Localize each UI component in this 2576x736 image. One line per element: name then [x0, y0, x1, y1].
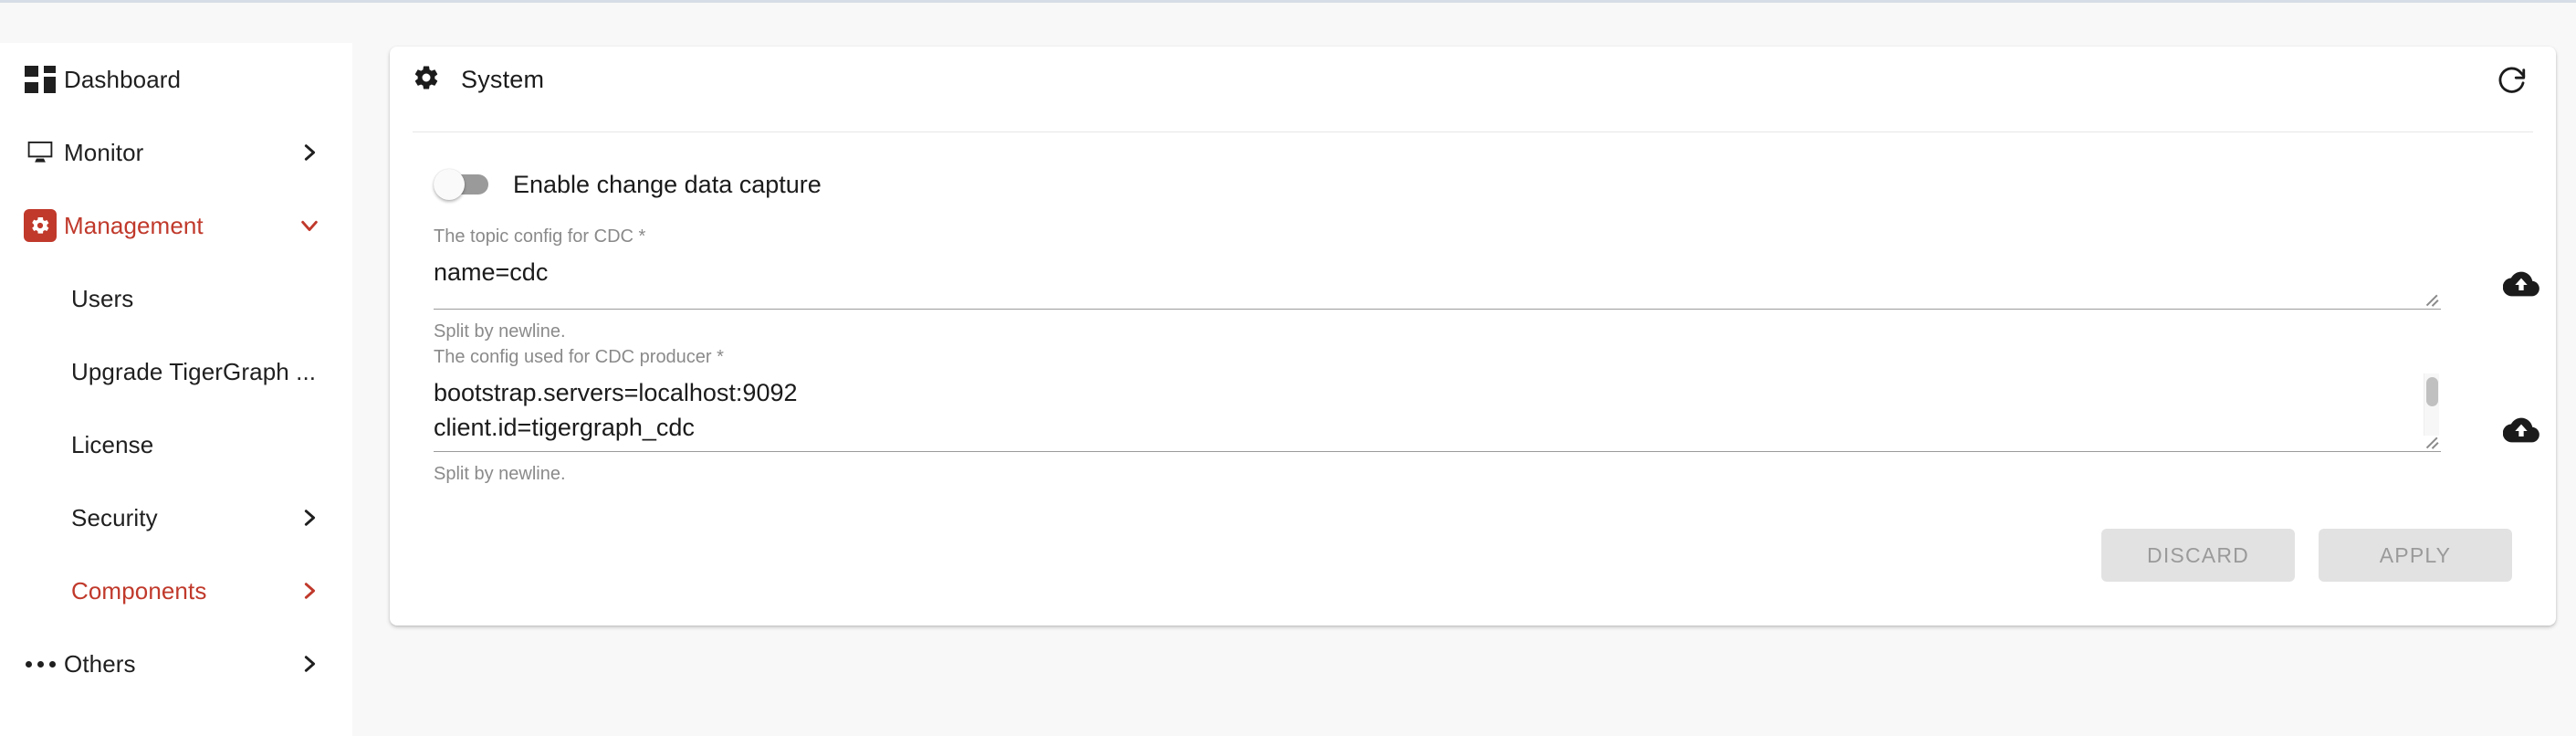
cloud-upload-icon[interactable] — [2501, 410, 2541, 450]
topic-config-field: The topic config for CDC * name=cdc Spli… — [434, 224, 2539, 344]
resize-handle[interactable] — [2423, 429, 2439, 446]
sidebar-item-label: Management — [64, 211, 204, 239]
chevron-right-icon — [299, 142, 319, 163]
page-title: System — [461, 66, 545, 93]
toggle-thumb — [434, 169, 465, 200]
chevron-down-icon — [299, 216, 319, 236]
chevron-right-icon — [299, 654, 319, 674]
enable-cdc-row: Enable change data capture — [434, 169, 2512, 200]
sidebar-item-label: Monitor — [64, 138, 144, 166]
card-actions: DISCARD APPLY — [2101, 529, 2512, 582]
gear-icon — [413, 64, 440, 96]
scrollbar-thumb[interactable] — [2426, 377, 2438, 406]
sidebar-item-label: Users — [71, 284, 134, 312]
discard-button[interactable]: DISCARD — [2101, 529, 2295, 582]
topic-config-label: The topic config for CDC * — [434, 226, 646, 247]
sidebar-item-label: Upgrade TigerGraph ... — [71, 357, 317, 385]
ellipsis-icon — [16, 660, 64, 668]
sidebar-item-label: License — [71, 430, 154, 458]
sidebar-item-security[interactable]: Security — [0, 481, 352, 554]
producer-config-label: The config used for CDC producer * — [434, 347, 724, 367]
sidebar-item-others[interactable]: Others — [0, 627, 352, 700]
sidebar-item-upgrade-tigergraph[interactable]: Upgrade TigerGraph ... — [0, 335, 352, 408]
sidebar-item-management[interactable]: Management — [0, 189, 352, 262]
sidebar-item-label: Security — [71, 503, 158, 531]
card-body: Enable change data capture The topic con… — [390, 132, 2556, 626]
resize-handle[interactable] — [2423, 287, 2439, 303]
app-root: Dashboard Monitor Management Users Upgra… — [0, 0, 2576, 736]
sidebar-item-dashboard[interactable]: Dashboard — [0, 43, 352, 116]
producer-config-input-box[interactable]: bootstrap.servers=localhost:9092 client.… — [434, 370, 2441, 452]
topic-config-hint: Split by newline. — [434, 321, 566, 342]
sidebar-item-label: Others — [64, 649, 136, 678]
sidebar-item-label: Components — [71, 576, 207, 605]
sidebar-item-label: Dashboard — [64, 65, 182, 93]
enable-cdc-toggle[interactable] — [434, 169, 490, 200]
sidebar-item-license[interactable]: License — [0, 408, 352, 481]
sidebar-item-components[interactable]: Components — [0, 554, 352, 627]
cloud-upload-icon[interactable] — [2501, 264, 2541, 304]
sidebar-item-monitor[interactable]: Monitor — [0, 116, 352, 189]
refresh-icon[interactable] — [2494, 62, 2530, 99]
management-gear-icon — [16, 209, 64, 242]
dashboard-icon — [16, 66, 64, 93]
chevron-right-icon — [299, 581, 319, 601]
sidebar: Dashboard Monitor Management Users Upgra… — [0, 43, 352, 736]
system-settings-card: System Enable change data capture The to… — [390, 47, 2556, 626]
topic-config-value[interactable]: name=cdc — [434, 255, 2441, 299]
chevron-right-icon — [299, 508, 319, 528]
producer-config-value[interactable]: bootstrap.servers=localhost:9092 client.… — [434, 375, 2441, 454]
producer-config-field: The config used for CDC producer * boots… — [434, 344, 2539, 487]
apply-button[interactable]: APPLY — [2319, 529, 2512, 582]
sidebar-item-users[interactable]: Users — [0, 262, 352, 335]
textarea-scrollbar[interactable] — [2424, 373, 2439, 436]
card-header: System — [390, 47, 2556, 113]
enable-cdc-label: Enable change data capture — [513, 170, 822, 198]
monitor-icon — [16, 138, 64, 167]
producer-config-hint: Split by newline. — [434, 464, 566, 484]
topic-config-input-box[interactable]: name=cdc — [434, 249, 2441, 310]
